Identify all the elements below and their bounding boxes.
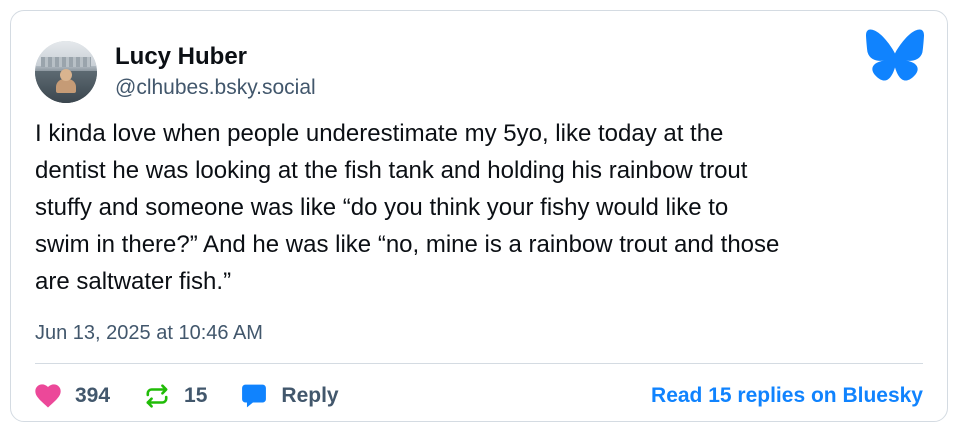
- divider: [35, 363, 923, 364]
- heart-icon: [35, 384, 61, 408]
- reply-button[interactable]: Reply: [241, 383, 339, 409]
- like-count: 394: [75, 384, 111, 407]
- repost-count: 15: [184, 384, 208, 407]
- post-header: Lucy Huber @clhubes.bsky.social: [35, 37, 923, 107]
- butterfly-icon[interactable]: [865, 28, 925, 82]
- reply-label: Reply: [281, 384, 339, 407]
- author-info[interactable]: Lucy Huber @clhubes.bsky.social: [115, 42, 316, 102]
- like-button[interactable]: 394: [35, 384, 110, 408]
- action-bar: 394 15 Reply Read 15 replies on Bluesky: [35, 379, 923, 413]
- read-replies-link[interactable]: Read 15 replies on Bluesky: [651, 384, 923, 408]
- post-text: I kinda love when people underestimate m…: [35, 120, 780, 295]
- author-handle[interactable]: @clhubes.bsky.social: [115, 74, 316, 102]
- repost-icon: [144, 383, 170, 409]
- post-timestamp[interactable]: Jun 13, 2025 at 10:46 AM: [35, 319, 263, 347]
- post-card[interactable]: Lucy Huber @clhubes.bsky.social I kinda …: [10, 10, 948, 422]
- speech-bubble-icon: [241, 383, 267, 409]
- author-display-name[interactable]: Lucy Huber: [115, 42, 316, 72]
- repost-button[interactable]: 15: [144, 383, 207, 409]
- avatar[interactable]: [35, 41, 97, 103]
